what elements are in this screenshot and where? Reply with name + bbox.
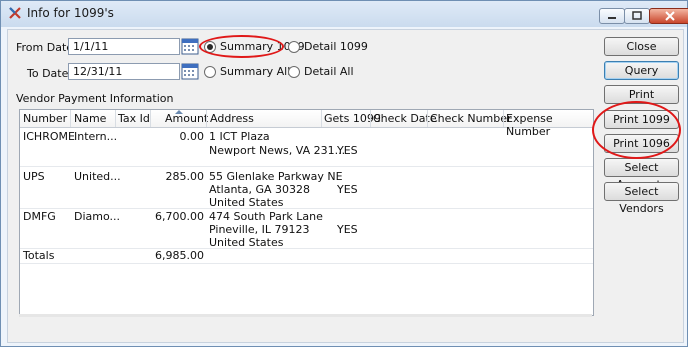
close-button[interactable]: Close <box>604 37 679 56</box>
calendar-icon[interactable] <box>181 37 199 55</box>
table-header: Number Name Tax Id Amount Address Gets 1… <box>20 110 593 138</box>
column-header-address[interactable]: Address <box>210 112 254 125</box>
cell-gets-1099: YES <box>337 144 358 157</box>
cell-name: Intern... <box>74 130 118 143</box>
minimize-icon <box>608 17 616 19</box>
select-accounts-button[interactable]: Select Accounts <box>604 158 679 191</box>
detail-all-label: Detail All <box>304 65 354 78</box>
column-header-amount[interactable]: Amount <box>165 112 208 125</box>
summary-all-radio[interactable] <box>204 66 216 78</box>
cell-amount: 0.00 <box>179 130 205 143</box>
dialog-body: From Date: 1/1/11 To Date: 12/31/11 Summ… <box>7 29 684 343</box>
totals-amount: 6,985.00 <box>155 249 204 262</box>
from-date-field[interactable]: 1/1/11 <box>68 38 180 55</box>
vendor-payment-section-label: Vendor Payment Information <box>16 92 174 105</box>
highlight-circle-summary <box>199 35 284 58</box>
column-header-name[interactable]: Name <box>74 112 106 125</box>
query-button[interactable]: Query <box>604 61 679 80</box>
cell-address-line: 1 ICT Plaza <box>209 130 270 143</box>
column-header-check-number[interactable]: Check Number <box>430 112 512 125</box>
app-window: Info for 1099's From Date: 1/1/11 To Dat… <box>0 0 688 347</box>
horizontal-scrollbar[interactable] <box>19 314 592 317</box>
close-window-button[interactable] <box>649 8 688 24</box>
detail-all-radio[interactable] <box>288 66 300 78</box>
minimize-button[interactable] <box>599 8 625 24</box>
sort-ascending-icon <box>175 110 183 114</box>
to-date-field[interactable]: 12/31/11 <box>68 63 180 80</box>
to-date-label: To Date: <box>27 67 73 80</box>
cell-name: United... <box>74 170 121 183</box>
detail-1099-radio[interactable] <box>288 41 300 53</box>
cell-gets-1099: YES <box>337 223 358 236</box>
title-bar[interactable]: Info for 1099's <box>1 1 688 27</box>
cell-address-line: Atlanta, GA 30328 <box>209 183 310 196</box>
cell-gets-1099: YES <box>337 183 358 196</box>
cell-number: UPS <box>23 170 45 183</box>
column-header-expense-number[interactable]: Expense Number <box>506 112 593 138</box>
close-icon <box>665 11 675 21</box>
calendar-icon[interactable] <box>181 62 199 80</box>
vendor-payment-table[interactable]: Number Name Tax Id Amount Address Gets 1… <box>19 109 594 316</box>
cell-amount: 6,700.00 <box>155 210 204 223</box>
cell-address-line: 55 Glenlake Parkway NE <box>209 170 343 183</box>
cell-address-line: Newport News, VA 231... <box>209 144 346 157</box>
cell-address-line: Pineville, IL 79123 <box>209 223 310 236</box>
app-icon <box>9 7 21 19</box>
cell-amount: 285.00 <box>165 170 205 183</box>
column-header-number[interactable]: Number <box>23 112 67 125</box>
cell-name: Diamo... <box>74 210 121 223</box>
select-vendors-button[interactable]: Select Vendors <box>604 182 679 215</box>
summary-all-label: Summary All <box>220 65 291 78</box>
maximize-button[interactable] <box>624 8 650 24</box>
column-header-tax-id[interactable]: Tax Id <box>118 112 150 125</box>
totals-label: Totals <box>23 249 55 262</box>
highlight-circle-print-buttons <box>592 101 681 159</box>
cell-number: ICHROME <box>23 130 75 143</box>
detail-1099-label: Detail 1099 <box>304 40 368 53</box>
cell-address-line: 474 South Park Lane <box>209 210 323 223</box>
maximize-icon <box>632 11 642 20</box>
window-title: Info for 1099's <box>27 6 114 20</box>
cell-number: DMFG <box>23 210 56 223</box>
